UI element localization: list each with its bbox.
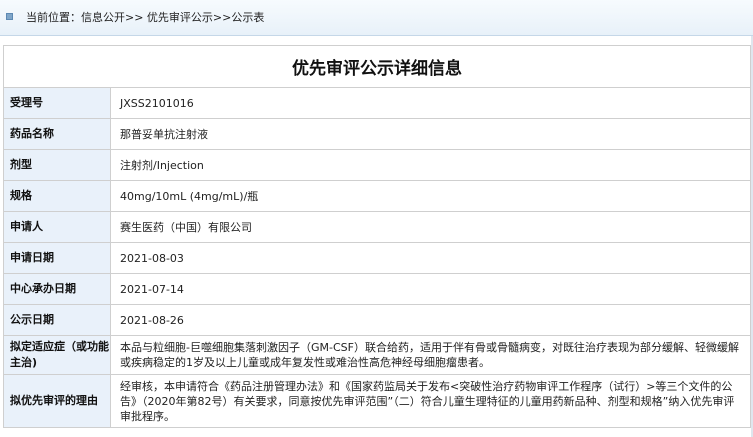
row-value-priority-reason: 经审核，本申请符合《药品注册管理办法》和《国家药监局关于发布<突破性治疗药物审评…: [110, 374, 751, 428]
row-value-center-date: 2021-07-14: [110, 273, 751, 305]
table-row: 拟优先审评的理由 经审核，本申请符合《药品注册管理办法》和《国家药监局关于发布<…: [3, 374, 751, 428]
row-label-priority-reason: 拟优先审评的理由: [3, 374, 111, 428]
row-value-drug-name: 那普妥单抗注射液: [110, 118, 751, 150]
table-row: 药品名称 那普妥单抗注射液: [3, 118, 751, 150]
table-row: 中心承办日期 2021-07-14: [3, 273, 751, 305]
row-label-application-date: 申请日期: [3, 242, 111, 274]
row-label-dosage-form: 剂型: [3, 149, 111, 181]
table-row: 规格 40mg/10mL (4mg/mL)/瓶: [3, 180, 751, 212]
table-row: 拟定适应症（或功能主治) 本品与粒细胞-巨噬细胞集落刺激因子（GM-CSF）联合…: [3, 335, 751, 375]
row-label-drug-name: 药品名称: [3, 118, 111, 150]
page-title: 优先审评公示详细信息: [3, 45, 751, 88]
breadcrumb: 当前位置：信息公开>> 优先审评公示>>公示表: [26, 11, 265, 24]
row-label-specification: 规格: [3, 180, 111, 212]
table-row: 申请日期 2021-08-03: [3, 242, 751, 274]
table-row: 剂型 注射剂/Injection: [3, 149, 751, 181]
row-label-acceptance-no: 受理号: [3, 87, 111, 119]
row-label-publicity-date: 公示日期: [3, 304, 111, 336]
row-value-acceptance-no: JXSS2101016: [110, 87, 751, 119]
row-value-publicity-date: 2021-08-26: [110, 304, 751, 336]
table-row: 公示日期 2021-08-26: [3, 304, 751, 336]
table-row: 受理号 JXSS2101016: [3, 87, 751, 119]
row-value-applicant: 赛生医药（中国）有限公司: [110, 211, 751, 243]
row-value-specification: 40mg/10mL (4mg/mL)/瓶: [110, 180, 751, 212]
row-label-center-date: 中心承办日期: [3, 273, 111, 305]
row-value-application-date: 2021-08-03: [110, 242, 751, 274]
detail-table: 优先审评公示详细信息 受理号 JXSS2101016 药品名称 那普妥单抗注射液…: [3, 45, 751, 428]
row-label-indication: 拟定适应症（或功能主治): [3, 335, 111, 375]
breadcrumb-bullet-icon: [6, 13, 13, 20]
row-value-indication: 本品与粒细胞-巨噬细胞集落刺激因子（GM-CSF）联合给药，适用于伴有骨或骨髓病…: [110, 335, 751, 375]
table-row: 申请人 赛生医药（中国）有限公司: [3, 211, 751, 243]
row-value-dosage-form: 注射剂/Injection: [110, 149, 751, 181]
row-label-applicant: 申请人: [3, 211, 111, 243]
breadcrumb-bar: 当前位置：信息公开>> 优先审评公示>>公示表: [0, 0, 753, 36]
